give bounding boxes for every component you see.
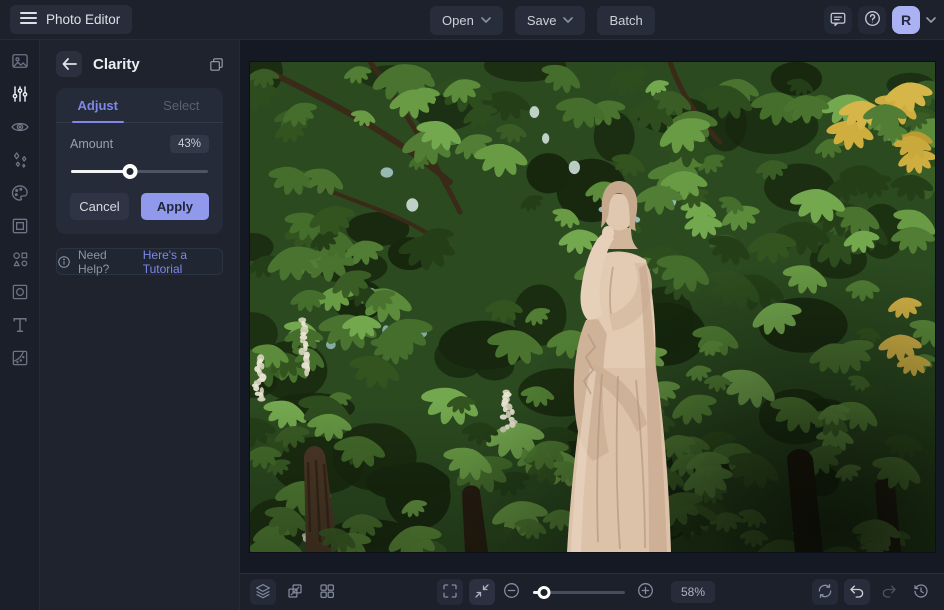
history-button[interactable] [908, 579, 934, 605]
palette-icon [10, 183, 30, 206]
reset-icon [816, 582, 834, 603]
avatar-initial: R [900, 12, 912, 28]
text-icon [10, 315, 30, 338]
info-icon [57, 255, 71, 269]
layers-button[interactable] [250, 579, 276, 605]
amount-label: Amount [70, 137, 114, 151]
grid-icon [318, 582, 336, 603]
zoom-level[interactable]: 58% [670, 581, 716, 603]
fit-screen-icon [473, 582, 491, 603]
layers-icon [254, 582, 272, 603]
edited-photo[interactable] [249, 61, 935, 552]
undo-button[interactable] [844, 579, 870, 605]
tool-sidebar [0, 40, 40, 610]
hamburger-icon [20, 11, 37, 28]
amount-slider[interactable] [71, 164, 208, 179]
topbar-right: R [824, 0, 936, 40]
apply-button[interactable]: Apply [140, 193, 209, 220]
canvas-toolbar: 58% [240, 573, 944, 610]
reset-button[interactable] [812, 579, 838, 605]
feedback-button[interactable] [824, 6, 852, 34]
sidebar-item-graphics[interactable] [7, 249, 33, 271]
open-button[interactable]: Open [430, 5, 503, 35]
topbar: Photo Editor Open Save Batch R [0, 0, 944, 40]
frame-icon [10, 216, 30, 239]
amount-slider-handle[interactable] [122, 164, 138, 179]
texture-icon [10, 348, 30, 371]
redo-button[interactable] [876, 579, 902, 605]
comment-icon [829, 10, 847, 31]
sparkles-icon [10, 150, 30, 173]
fit-screen-button[interactable] [468, 579, 495, 605]
sidebar-item-frames[interactable] [7, 216, 33, 238]
panel-title: Clarity [93, 55, 140, 73]
help-icon [863, 9, 882, 31]
sidebar-item-adjustments[interactable] [7, 84, 33, 106]
sidebar-item-photo[interactable] [7, 51, 33, 73]
fullscreen-icon [441, 582, 459, 603]
zoom-slider[interactable] [532, 585, 625, 599]
undo-icon [848, 582, 866, 603]
sidebar-item-effects[interactable] [7, 150, 33, 172]
clarity-panel: Clarity Adjust Select Amount 43% Cancel … [40, 40, 240, 610]
canvas-area[interactable] [240, 40, 944, 573]
help-link[interactable]: Here's a Tutorial [143, 248, 222, 276]
shapes-icon [10, 249, 30, 272]
sidebar-item-overlays[interactable] [7, 282, 33, 304]
zoom-slider-handle[interactable] [537, 586, 551, 599]
photo-icon [10, 51, 30, 74]
account-chevron-down-icon[interactable] [926, 17, 936, 23]
eye-icon [10, 117, 30, 140]
redo-icon [880, 582, 898, 603]
sidebar-item-textures[interactable] [7, 348, 33, 370]
zoom-out-button[interactable] [501, 579, 523, 605]
chevron-down-icon [481, 17, 491, 23]
avatar[interactable]: R [892, 6, 920, 34]
back-button[interactable] [56, 51, 82, 77]
help-text: Need Help? [78, 247, 110, 276]
sliders-icon [10, 84, 30, 107]
resize-button[interactable] [282, 579, 308, 605]
panel-tabs: Adjust Select [56, 88, 223, 123]
app-title: Photo Editor [46, 12, 121, 27]
workspace: 58% [240, 40, 944, 610]
save-button[interactable]: Save [514, 5, 586, 35]
photo-editor-app: Photo Editor Open Save Batch R Clarity A… [0, 0, 944, 610]
sidebar-item-text[interactable] [7, 315, 33, 337]
resize-icon [286, 582, 304, 603]
zoom-out-icon [502, 581, 521, 603]
help-button[interactable] [858, 6, 886, 34]
templates-button[interactable] [314, 579, 340, 605]
batch-button[interactable]: Batch [597, 5, 655, 35]
duplicate-settings-button[interactable] [208, 56, 225, 73]
chevron-down-icon [563, 17, 574, 23]
sidebar-item-artsy[interactable] [7, 183, 33, 205]
topbar-actions: Open Save Batch [430, 0, 655, 40]
overlay-icon [10, 282, 30, 305]
adjust-card: Adjust Select Amount 43% Cancel Apply [56, 88, 223, 234]
main-menu-button[interactable]: Photo Editor [10, 5, 133, 34]
zoom-in-icon [636, 581, 655, 603]
tutorial-link[interactable]: Need Help? Here's a Tutorial [56, 247, 223, 276]
sidebar-item-touchup[interactable] [7, 117, 33, 139]
tab-select[interactable]: Select [140, 88, 224, 122]
tab-adjust[interactable]: Adjust [56, 88, 140, 122]
cancel-button[interactable]: Cancel [70, 193, 129, 220]
history-icon [912, 582, 930, 603]
fullscreen-button[interactable] [436, 579, 463, 605]
amount-value[interactable]: 43% [169, 135, 209, 153]
zoom-in-button[interactable] [635, 579, 657, 605]
